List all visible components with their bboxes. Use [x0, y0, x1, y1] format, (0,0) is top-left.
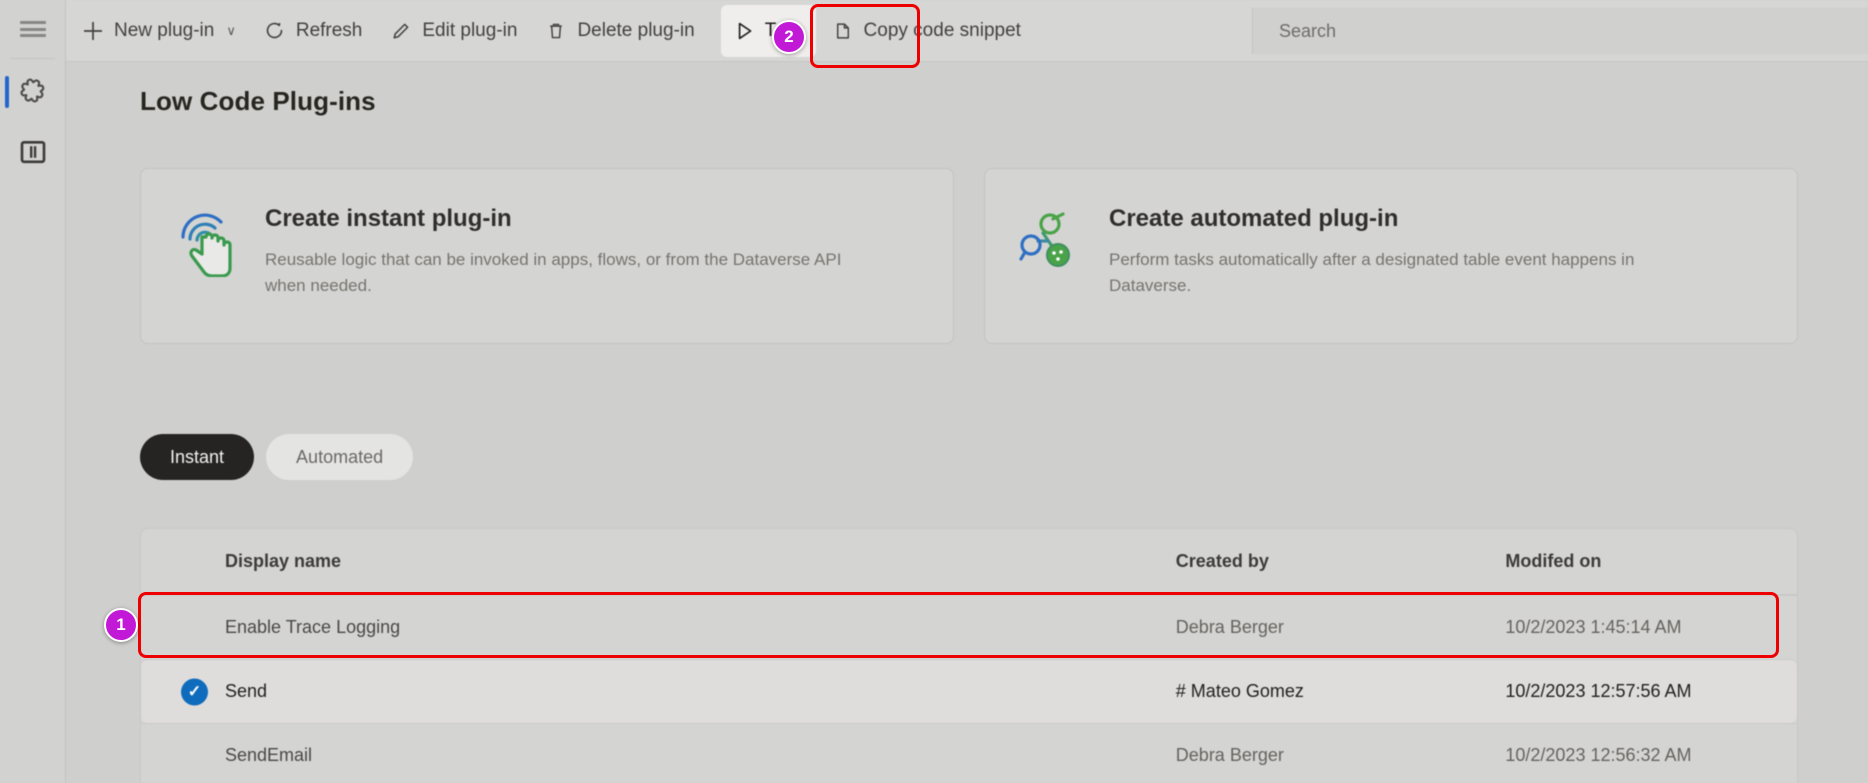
left-rail: [0, 0, 66, 783]
column-header-display-name[interactable]: Display name: [225, 551, 1176, 572]
refresh-button[interactable]: Refresh: [252, 9, 375, 53]
pencil-icon: [390, 20, 412, 42]
pivot-tabs: Instant Automated: [140, 434, 414, 480]
cell-created-by: Debra Berger: [1175, 617, 1284, 637]
table-row[interactable]: SendEmail Debra Berger 10/2/2023 12:56:3…: [141, 723, 1797, 783]
refresh-icon: [264, 20, 286, 42]
table-header-row: Display name Created by Modifed on: [141, 529, 1797, 595]
tab-instant[interactable]: Instant: [140, 434, 255, 480]
rail-divider: [10, 58, 55, 59]
delete-plugin-label: Delete plug-in: [577, 19, 695, 41]
page-title: Low Code Plug-ins: [140, 86, 376, 116]
refresh-label: Refresh: [295, 19, 363, 41]
card-description: Reusable logic that can be invoked in ap…: [265, 250, 842, 295]
create-automated-plugin-card[interactable]: Create automated plug-in Perform tasks a…: [984, 168, 1798, 344]
cell-modified-on: 10/2/2023 12:56:32 AM: [1505, 745, 1692, 765]
cell-modified-on: 10/2/2023 1:45:14 AM: [1505, 617, 1682, 637]
cell-display-name: Enable Trace Logging: [225, 617, 401, 637]
card-description: Perform tasks automatically after a desi…: [1109, 250, 1635, 295]
page-body: Low Code Plug-ins Create instant plug-in…: [66, 62, 1868, 783]
new-plugin-button[interactable]: New plug-in ∨: [70, 9, 248, 53]
automation-nodes-icon: [1017, 203, 1083, 275]
book-icon: [20, 140, 46, 164]
copy-code-snippet-button[interactable]: Copy code snippet: [820, 9, 1033, 53]
new-plugin-label: New plug-in: [114, 19, 215, 41]
create-instant-plugin-card[interactable]: Create instant plug-in Reusable logic th…: [140, 168, 954, 344]
hamburger-icon: [20, 21, 46, 37]
sidebar-item-library[interactable]: [0, 122, 66, 182]
search-input[interactable]: Search: [1252, 8, 1868, 54]
column-header-modified-on[interactable]: Modifed on: [1505, 551, 1797, 572]
cell-created-by: Debra Berger: [1175, 745, 1284, 765]
cell-display-name: SendEmail: [225, 745, 313, 765]
copy-code-snippet-label: Copy code snippet: [863, 19, 1021, 41]
plugin-icon: [20, 78, 45, 103]
plus-icon: [82, 20, 104, 42]
edit-plugin-button[interactable]: Edit plug-in: [378, 9, 529, 53]
tap-gesture-icon: [173, 203, 239, 278]
test-label: Test: [764, 19, 800, 41]
trash-icon: [545, 20, 567, 42]
table-row-selected[interactable]: ✓ Send # Mateo Gomez 10/2/2023 12:57:56 …: [141, 659, 1797, 723]
column-header-created-by[interactable]: Created by: [1176, 551, 1506, 572]
feature-cards: Create instant plug-in Reusable logic th…: [140, 168, 1798, 344]
play-icon: [733, 20, 755, 42]
plugins-list: Display name Created by Modifed on Enabl…: [140, 528, 1798, 783]
table-row[interactable]: Enable Trace Logging Debra Berger 10/2/2…: [141, 595, 1797, 659]
tab-automated-label: Automated: [296, 446, 384, 467]
cell-modified-on: 10/2/2023 12:57:56 AM: [1505, 681, 1692, 701]
tab-instant-label: Instant: [170, 446, 225, 467]
edit-plugin-label: Edit plug-in: [422, 19, 518, 41]
search-placeholder: Search: [1279, 20, 1337, 41]
hamburger-menu-button[interactable]: [0, 0, 66, 58]
chevron-down-icon[interactable]: ∨: [226, 23, 236, 39]
card-title: Create automated plug-in: [1109, 205, 1399, 232]
test-button[interactable]: Test: [720, 4, 816, 57]
card-title: Create instant plug-in: [265, 205, 512, 232]
tab-automated[interactable]: Automated: [266, 434, 414, 480]
cell-display-name: Send: [225, 681, 268, 701]
sidebar-item-plugins[interactable]: [0, 62, 66, 122]
copy-icon: [832, 20, 854, 42]
delete-plugin-button[interactable]: Delete plug-in: [533, 9, 706, 53]
command-bar: New plug-in ∨ Refresh Edit plug-in Delet…: [66, 0, 1868, 62]
cell-created-by: # Mateo Gomez: [1175, 681, 1304, 701]
row-checkbox-checked[interactable]: ✓: [181, 678, 208, 705]
